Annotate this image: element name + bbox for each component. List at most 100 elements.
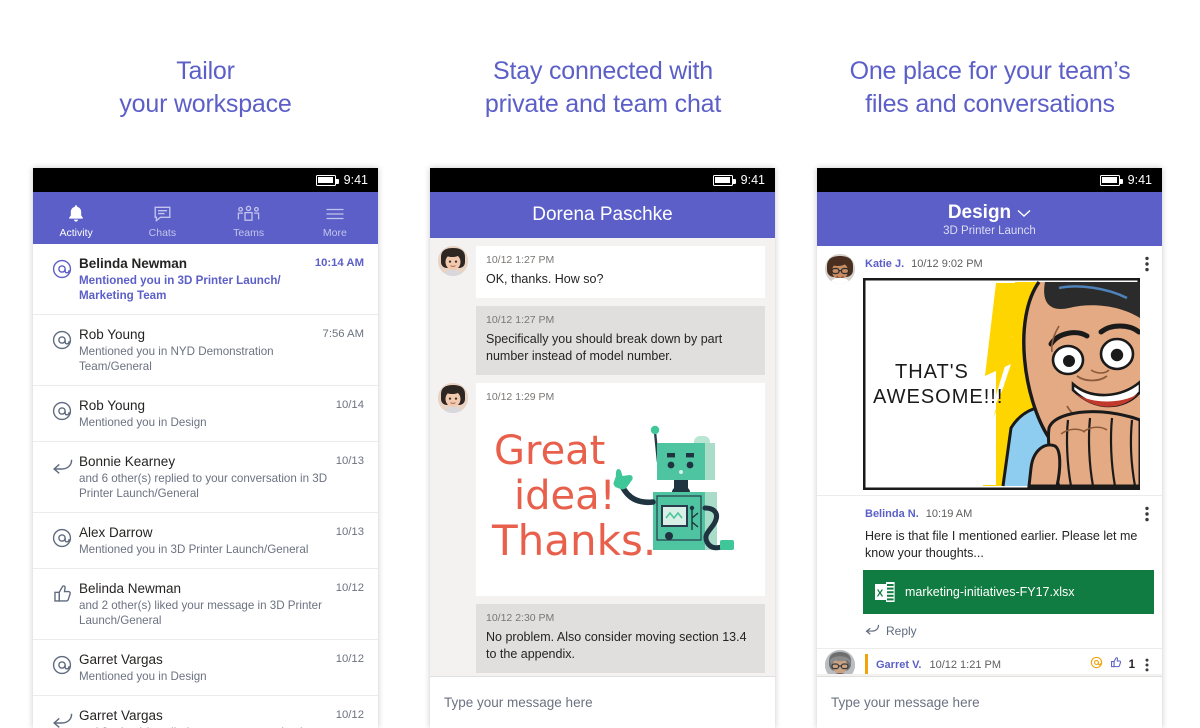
channel-feed[interactable]: Katie J. 10/12 9:02 PM THAT'S AWESOME!!!…: [817, 246, 1162, 676]
status-bar: 9:41: [33, 168, 378, 192]
list-item-name: Belinda Newman: [79, 581, 182, 596]
more-options-icon[interactable]: [1142, 256, 1152, 272]
file-attachment-card[interactable]: X marketing-initiatives-FY17.xlsx: [863, 570, 1154, 614]
message-text: OK, thanks. How so?: [486, 272, 604, 286]
thumbs-up-icon: [1110, 656, 1122, 674]
list-item-detail: Mentioned you in 3D Printer Launch/Gener…: [79, 543, 309, 556]
tab-chats[interactable]: Chats: [119, 204, 205, 244]
phone-chat-screen: 9:41 Dorena Paschke 10/12 1:27 PM OK, th…: [430, 168, 775, 728]
headline-line-2: files and conversations: [865, 90, 1115, 118]
status-bar: 9:41: [430, 168, 775, 192]
tab-teams-label: Teams: [233, 227, 265, 239]
headline-tailor: Tailor your workspace: [33, 55, 378, 121]
list-item[interactable]: Garret Vargas and 2 other(s) replied to …: [33, 696, 378, 728]
avatar: [438, 383, 468, 413]
message-bubble: 10/12 1:29 PM Great idea! Thanks.: [476, 383, 765, 596]
message-input-placeholder[interactable]: Type your message here: [831, 695, 980, 710]
list-item[interactable]: Alex Darrow Mentioned you in 3D Printer …: [33, 513, 378, 569]
headline-line-2: your workspace: [119, 90, 292, 118]
list-item[interactable]: Rob Young Mentioned you in NYD Demonstra…: [33, 315, 378, 386]
post-author: Garret V.: [876, 658, 922, 671]
svg-text:Thanks.: Thanks.: [491, 516, 656, 565]
reply-label: Reply: [886, 624, 917, 638]
message-input-placeholder[interactable]: Type your message here: [444, 695, 593, 710]
bottom-tab-bar: Activity Chats Teams More: [33, 192, 378, 244]
list-item[interactable]: Rob Young Mentioned you in Design 10/14: [33, 386, 378, 442]
list-item[interactable]: Belinda Newman Mentioned you in 3D Print…: [33, 244, 378, 315]
message-timestamp: 10/12 1:29 PM: [486, 391, 555, 403]
phone-activity-screen: 9:41 Activity Chats Teams More Belinda N…: [33, 168, 378, 728]
tab-activity[interactable]: Activity: [33, 203, 119, 244]
list-item-name: Rob Young: [79, 398, 146, 413]
post-author: Katie J.: [865, 258, 905, 270]
reply-arrow-icon: [45, 453, 79, 476]
chevron-down-icon[interactable]: [1017, 202, 1031, 224]
list-item-detail: Mentioned you in Design: [79, 670, 207, 683]
svg-text:THAT'S: THAT'S: [895, 361, 969, 383]
tab-activity-label: Activity: [59, 227, 93, 239]
reply-button[interactable]: Reply: [863, 614, 1154, 648]
svg-text:AWESOME!!!: AWESOME!!!: [873, 386, 1003, 408]
activity-feed-list: Belinda Newman Mentioned you in 3D Print…: [33, 244, 378, 728]
like-count: 1: [1128, 658, 1135, 671]
meme-image: THAT'S AWESOME!!!: [860, 275, 1154, 495]
more-options-icon[interactable]: [1142, 506, 1152, 522]
message-row: 10/12 1:27 PM Specifically you should br…: [430, 298, 775, 375]
list-item[interactable]: Belinda Newman and 2 other(s) liked your…: [33, 569, 378, 640]
list-item-name: Garret Vargas: [79, 652, 163, 667]
message-bubble: 10/12 1:27 PM Specifically you should br…: [476, 306, 765, 375]
message-row: 10/12 1:29 PM Great idea! Thanks.: [430, 375, 775, 596]
post-item: Belinda N. 10:19 AM Here is that file I …: [817, 495, 1162, 648]
svg-text:idea!: idea!: [514, 473, 616, 519]
message-composer[interactable]: Type your message here: [430, 676, 775, 728]
message-bubble: 10/12 1:27 PM OK, thanks. How so?: [476, 246, 765, 298]
list-item-time: 10/12: [335, 709, 364, 721]
message-row: 10/12 1:27 PM OK, thanks. How so?: [430, 238, 775, 298]
chat-title: Dorena Paschke: [532, 204, 673, 225]
post-timestamp: 10:19 AM: [925, 508, 973, 520]
chat-bubble-icon: [152, 204, 173, 224]
list-item-time: 10/12: [335, 582, 364, 594]
thumbs-up-icon: [45, 580, 79, 605]
svg-text:X: X: [877, 588, 884, 599]
battery-icon: [1099, 174, 1123, 186]
battery-icon: [712, 174, 736, 186]
status-bar: 9:41: [817, 168, 1162, 192]
excel-file-icon: X: [875, 581, 895, 603]
post-meta: Belinda N. 10:19 AM: [863, 504, 1154, 528]
post-timestamp: 10/12 9:02 PM: [911, 258, 983, 270]
list-item-time: 7:56 AM: [322, 328, 364, 340]
tab-more-label: More: [322, 227, 347, 239]
people-group-icon: [236, 204, 261, 224]
status-bar-time: 9:41: [343, 173, 368, 187]
avatar: [825, 649, 855, 674]
message-composer[interactable]: Type your message here: [817, 676, 1162, 728]
list-item[interactable]: Garret Vargas Mentioned you in Design 10…: [33, 640, 378, 696]
message-text: No problem. Also consider moving section…: [486, 630, 747, 661]
list-item-name: Belinda Newman: [79, 256, 188, 271]
list-item-detail: Mentioned you in Design: [79, 416, 207, 429]
message-bubble: 10/12 2:30 PM No problem. Also consider …: [476, 604, 765, 673]
mention-at-icon: [45, 524, 79, 549]
list-item[interactable]: Bonnie Kearney and 6 other(s) replied to…: [33, 442, 378, 513]
post-item-partial[interactable]: Garret V. 10/12 1:21 PM 1: [817, 648, 1162, 674]
tab-teams[interactable]: Teams: [206, 204, 292, 244]
tab-more[interactable]: More: [292, 204, 378, 244]
conversation-scroll[interactable]: 10/12 1:27 PM OK, thanks. How so? 10/12 …: [430, 238, 775, 676]
reply-arrow-icon: [45, 707, 79, 728]
list-item-detail: Mentioned you in 3D Printer Launch/ Mark…: [79, 274, 281, 302]
post-timestamp: 10/12 1:21 PM: [929, 658, 1002, 671]
message-timestamp: 10/12 1:27 PM: [486, 314, 555, 326]
list-item-time: 10:14 AM: [314, 257, 364, 269]
reply-arrow-icon: [865, 623, 880, 639]
channel-header[interactable]: Design 3D Printer Launch: [817, 192, 1162, 246]
list-item-name: Garret Vargas: [79, 708, 163, 723]
list-item-name: Rob Young: [79, 327, 146, 342]
mention-at-icon: [45, 255, 79, 280]
list-item-detail: and 6 other(s) replied to your conversat…: [79, 472, 328, 500]
headline-line-1: Tailor: [176, 57, 235, 85]
mention-at-icon: [45, 397, 79, 422]
more-options-icon[interactable]: [1142, 658, 1152, 672]
team-name: 3D Printer Launch: [943, 224, 1036, 237]
chat-header: Dorena Paschke: [430, 192, 775, 238]
